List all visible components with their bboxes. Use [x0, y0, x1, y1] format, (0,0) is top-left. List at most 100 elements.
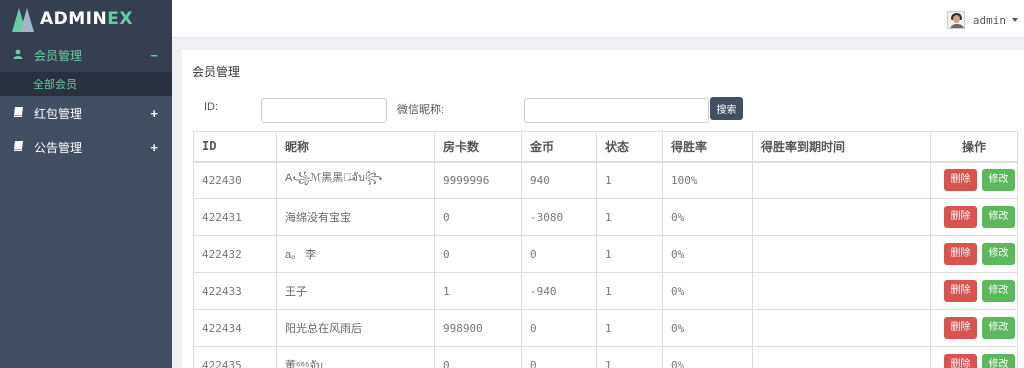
caret-down-icon	[1012, 18, 1018, 22]
avatar	[946, 11, 965, 29]
cell-status: 1	[596, 309, 663, 347]
delete-button[interactable]: 删除	[944, 169, 977, 192]
expand-icon: +	[150, 139, 158, 155]
column-header-gold[interactable]: 金币	[521, 131, 597, 163]
sidebar-item-label: 公告管理	[34, 140, 83, 155]
edit-button[interactable]: 修改	[982, 243, 1015, 265]
edit-button[interactable]: 修改	[982, 354, 1015, 368]
cell-id: 422431	[193, 198, 277, 236]
top-header: admin	[172, 0, 1024, 38]
id-input[interactable]	[261, 98, 387, 123]
cell-gold: 940	[521, 161, 597, 199]
column-header-winrate[interactable]: 得胜率	[662, 131, 753, 163]
cell-actions: 删除 修改	[930, 198, 1018, 236]
cell-expire	[752, 161, 931, 199]
book-icon	[12, 140, 24, 154]
cell-cards: 0	[434, 346, 522, 368]
delete-button[interactable]: 删除	[944, 354, 977, 368]
submenu-item-label: 全部会员	[33, 79, 77, 91]
cell-id: 422433	[193, 272, 277, 310]
column-header-id[interactable]: ID	[193, 131, 277, 163]
delete-button[interactable]: 删除	[944, 317, 977, 339]
cell-cards: 0	[434, 198, 522, 236]
cell-nickname: 董⁶⁶⁶จับ	[276, 346, 435, 368]
cell-status: 1	[596, 161, 663, 199]
cell-id: 422434	[193, 309, 277, 347]
column-header-expire[interactable]: 得胜率到期时间	[752, 131, 931, 163]
cell-winrate: 100%	[662, 161, 753, 199]
cell-gold: 0	[521, 235, 597, 273]
logo-icon	[12, 6, 34, 32]
edit-button[interactable]: 修改	[982, 206, 1015, 228]
column-header-cards[interactable]: 房卡数	[434, 131, 522, 163]
cell-actions: 删除 修改	[930, 346, 1018, 368]
submenu-item-all-members[interactable]: 全部会员	[0, 72, 172, 96]
edit-button[interactable]: 修改	[982, 169, 1015, 192]
cell-gold: 0	[521, 346, 597, 368]
column-header-actions: 操作	[930, 131, 1018, 163]
table-row: 422430 A꧁ℳ黑黑ค̶จับ꧂ 9999996 940 1 100% 删除 修改	[193, 161, 1018, 199]
cell-expire	[752, 198, 931, 236]
cell-actions: 删除 修改	[930, 272, 1018, 310]
cell-winrate: 0%	[662, 272, 753, 310]
cell-status: 1	[596, 346, 663, 368]
cell-cards: 998900	[434, 309, 522, 347]
cell-actions: 删除 修改	[930, 161, 1018, 199]
column-header-status[interactable]: 状态	[596, 131, 663, 163]
user-name: admin	[972, 13, 1006, 27]
expand-icon: +	[150, 105, 158, 121]
cell-id: 422430	[193, 161, 277, 199]
table-row: 422434 阳光总在风雨后 998900 0 1 0% 删除 修改	[193, 309, 1018, 347]
cell-cards: 9999996	[434, 161, 522, 199]
user-menu[interactable]: admin	[946, 11, 1018, 29]
cell-gold: -940	[521, 272, 597, 310]
cell-nickname: 阳光总在风雨后	[276, 309, 435, 347]
cell-expire	[752, 309, 931, 347]
cell-status: 1	[596, 198, 663, 236]
cell-gold: 0	[521, 309, 597, 347]
column-header-nickname[interactable]: 昵称	[276, 131, 435, 163]
nickname-input[interactable]	[524, 98, 709, 123]
sidebar-menu: 会员管理 − 全部会员 红包管理 + 公告管理 +	[0, 38, 172, 164]
table-row: 422435 董⁶⁶⁶จับ 0 0 1 0% 删除 修改	[193, 346, 1018, 368]
cell-cards: 1	[434, 272, 522, 310]
sidebar-item-label: 红包管理	[34, 106, 83, 121]
cell-actions: 删除 修改	[930, 235, 1018, 273]
cell-nickname: A꧁ℳ黑黑ค̶จับ꧂	[276, 161, 435, 199]
cell-nickname: a。 李	[276, 235, 435, 273]
cell-cards: 0	[434, 235, 522, 273]
delete-button[interactable]: 删除	[944, 243, 977, 265]
delete-button[interactable]: 删除	[944, 206, 977, 228]
cell-expire	[752, 346, 931, 368]
members-panel: 会员管理 ID: 微信昵称: 搜索 ID 昵称 房卡数 金币 状态 得胜率 得胜…	[182, 50, 1024, 368]
cell-nickname: 王子	[276, 272, 435, 310]
book-icon	[12, 106, 24, 120]
cell-winrate: 0%	[662, 309, 753, 347]
brand-logo[interactable]: ADMINEX	[0, 0, 172, 38]
sidebar-item-announcements[interactable]: 公告管理 +	[0, 130, 172, 164]
sidebar-item-members[interactable]: 会员管理 −	[0, 38, 172, 72]
user-icon	[12, 49, 24, 62]
cell-expire	[752, 235, 931, 273]
members-table: ID 昵称 房卡数 金币 状态 得胜率 得胜率到期时间 操作 422430 A꧁ℳ…	[193, 131, 1018, 368]
table-header-row: ID 昵称 房卡数 金币 状态 得胜率 得胜率到期时间 操作	[193, 131, 1018, 163]
cell-actions: 删除 修改	[930, 309, 1018, 347]
panel-title: 会员管理	[192, 65, 241, 79]
table-row: 422431 海绵没有宝宝 0 -3080 1 0% 删除 修改	[193, 198, 1018, 236]
edit-button[interactable]: 修改	[982, 280, 1015, 302]
sidebar-item-label: 会员管理	[34, 48, 83, 63]
collapse-icon: −	[150, 47, 158, 63]
cell-id: 422432	[193, 235, 277, 273]
search-button[interactable]: 搜索	[710, 97, 743, 120]
nickname-label: 微信昵称:	[397, 104, 445, 116]
cell-winrate: 0%	[662, 235, 753, 273]
sidebar-item-red-packets[interactable]: 红包管理 +	[0, 96, 172, 130]
cell-status: 1	[596, 272, 663, 310]
cell-status: 1	[596, 235, 663, 273]
table-row: 422432 a。 李 0 0 1 0% 删除 修改	[193, 235, 1018, 273]
delete-button[interactable]: 删除	[944, 280, 977, 302]
edit-button[interactable]: 修改	[982, 317, 1015, 339]
table-row: 422433 王子 1 -940 1 0% 删除 修改	[193, 272, 1018, 310]
sidebar: ADMINEX 会员管理 − 全部会员 红包管理 + 公告管理 +	[0, 0, 172, 368]
cell-gold: -3080	[521, 198, 597, 236]
